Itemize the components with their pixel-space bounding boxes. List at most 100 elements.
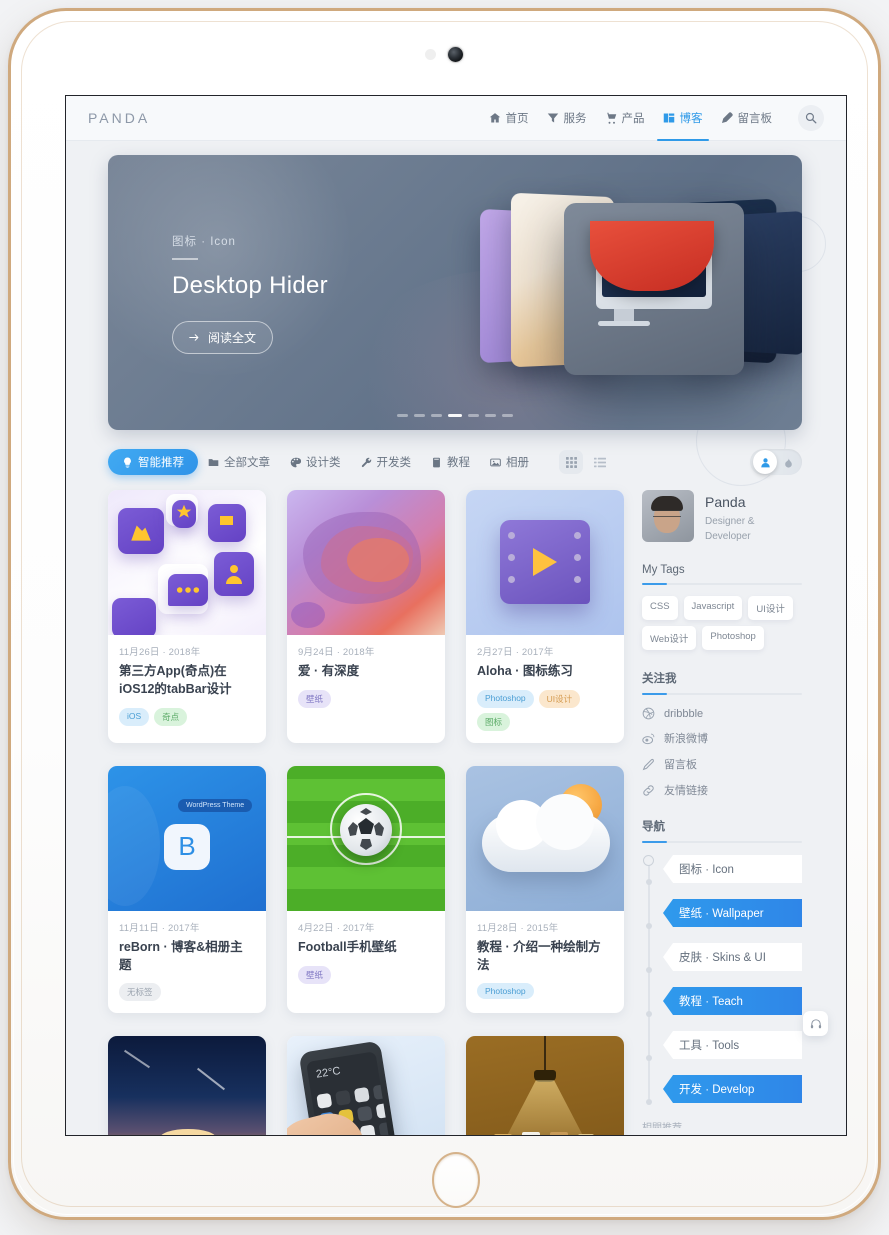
home-button[interactable] — [432, 1152, 480, 1208]
article-card[interactable]: 2月27日 · 2017年 Aloha · 图标练习 Photoshop UI设… — [466, 490, 624, 743]
hero-text-block: 图标 · Icon Desktop Hider 阅读全文 — [172, 233, 328, 354]
follow-link-weibo[interactable]: 新浪微博 — [642, 730, 802, 746]
my-tag[interactable]: CSS — [642, 596, 678, 620]
hero-read-more-button[interactable]: 阅读全文 — [172, 320, 274, 354]
card-tag[interactable]: iOS — [119, 707, 150, 726]
card-date: 11月28日 · 2015年 — [477, 922, 559, 934]
timeline-dot — [645, 1099, 652, 1105]
filter-all-articles[interactable]: 全部文章 — [198, 449, 280, 475]
reel-hole — [508, 532, 515, 539]
follow-link-guestbook[interactable]: 留言板 — [642, 756, 802, 772]
monitor-stand — [614, 309, 634, 321]
section-underline — [642, 693, 802, 695]
nav-timeline-label: 教程 · Teach — [679, 996, 743, 1008]
article-card[interactable]: WordPress Theme B 11月11日 · 2017年 reBorn … — [108, 765, 266, 1014]
reel-hole — [574, 576, 581, 583]
carousel-dot[interactable] — [485, 414, 496, 417]
link-icon — [642, 784, 655, 797]
article-card[interactable]: 11月26日 · 2018年 第三方App(奇点)在iOS12的tabBar设计… — [108, 490, 266, 743]
follow-label: dribbble — [664, 707, 704, 720]
card-body: 4月22日 · 2017年 Football手机壁纸 壁纸 — [287, 911, 445, 996]
nav-timeline-item-icon[interactable]: 图标 · Icon — [663, 855, 802, 883]
carousel-dot[interactable] — [448, 414, 462, 417]
carousel-dots[interactable] — [108, 414, 802, 417]
support-fab-button[interactable] — [803, 1011, 828, 1036]
filter-smart-recommend[interactable]: 智能推荐 — [108, 449, 198, 475]
content-area: 11月26日 · 2018年 第三方App(奇点)在iOS12的tabBar设计… — [108, 490, 802, 1135]
nav-item-products[interactable]: 产品 — [605, 96, 645, 140]
cloud-puff — [536, 793, 594, 850]
article-card[interactable]: 11月28日 · 2015年 教程 · 介绍一种绘制方法 Photoshop — [466, 765, 624, 1014]
follow-label: 友情链接 — [664, 785, 708, 797]
hero-button-label: 阅读全文 — [208, 330, 257, 345]
books-icon — [550, 1132, 568, 1135]
grid-view-icon[interactable] — [559, 450, 583, 474]
carousel-dot[interactable] — [502, 414, 513, 417]
search-button[interactable] — [798, 105, 824, 131]
nav-item-blog[interactable]: 博客 — [656, 96, 709, 141]
carousel-dot[interactable] — [414, 414, 425, 417]
card-thumbnail — [108, 490, 266, 635]
flame-icon[interactable] — [777, 456, 799, 468]
bulb-icon — [122, 457, 133, 468]
device-screen: PANDA 首页 服务 产品 博客 留言板 图标 · Icon Desktop … — [65, 95, 847, 1136]
nav-label: 博客 — [679, 113, 703, 125]
card-title: Football手机壁纸 — [298, 939, 397, 954]
site-logo[interactable]: PANDA — [88, 110, 150, 126]
avatar[interactable] — [642, 490, 694, 542]
card-tag[interactable]: 图标 — [477, 712, 511, 731]
card-tag[interactable]: 壁纸 — [298, 689, 332, 708]
article-card[interactable]: 22°C — [287, 1036, 445, 1135]
home-icon — [489, 112, 502, 125]
nav-timeline-item-tools[interactable]: 工具 · Tools — [663, 1031, 802, 1059]
carousel-dot[interactable] — [397, 414, 408, 417]
card-tag[interactable]: Photoshop — [477, 689, 534, 708]
avatar-hair — [651, 496, 683, 511]
my-tag[interactable]: UI设计 — [748, 596, 793, 620]
hero-divider — [172, 258, 198, 260]
filter-development[interactable]: 开发类 — [351, 449, 422, 475]
card-date: 11月26日 · 2018年 — [119, 647, 201, 658]
icon-shape — [112, 598, 156, 635]
card-title: 爱 · 有深度 — [298, 664, 360, 678]
article-card[interactable]: 4月16日 · 2016年 私藏壁纸一张 壁纸 — [108, 1036, 266, 1135]
article-card[interactable]: 9月24日 · 2018年 爱 · 有深度 壁纸 — [287, 490, 445, 743]
section-underline — [642, 583, 802, 585]
nav-timeline-item-develop[interactable]: 开发 · Develop — [663, 1075, 802, 1103]
follow-link-friends[interactable]: 友情链接 — [642, 782, 802, 798]
nav-timeline: 图标 · Icon 壁纸 · Wallpaper 皮肤 · Skins & UI — [642, 855, 802, 1105]
nav-timeline-item-teach[interactable]: 教程 · Teach — [663, 987, 802, 1015]
carousel-dot[interactable] — [468, 414, 479, 417]
carousel-dot[interactable] — [431, 414, 442, 417]
nav-item-services[interactable]: 服务 — [547, 96, 587, 140]
webpage: PANDA 首页 服务 产品 博客 留言板 图标 · Icon Desktop … — [66, 96, 846, 1135]
filter-album[interactable]: 相册 — [480, 449, 539, 475]
section-my-tags: My Tags — [642, 564, 802, 585]
nav-timeline-label: 皮肤 · Skins & UI — [679, 952, 766, 964]
nav-timeline-item-skins[interactable]: 皮肤 · Skins & UI — [663, 943, 802, 971]
filter-tutorials[interactable]: 教程 — [421, 449, 480, 475]
my-tag[interactable]: Photoshop — [702, 626, 764, 650]
card-date: 2月27日 · 2017年 — [477, 647, 554, 658]
article-card[interactable]: 4月22日 · 2017年 Football手机壁纸 壁纸 — [287, 765, 445, 1014]
nav-item-guestbook[interactable]: 留言板 — [721, 96, 772, 140]
filter-design[interactable]: 设计类 — [280, 449, 351, 475]
follow-link-dribbble[interactable]: dribbble — [642, 707, 802, 720]
card-tag[interactable]: 无标签 — [119, 983, 161, 1002]
timeline-dot — [645, 967, 652, 973]
nav-item-home[interactable]: 首页 — [489, 96, 529, 140]
card-tag[interactable]: 奇点 — [154, 707, 188, 726]
card-tag[interactable]: 壁纸 — [298, 965, 332, 984]
user-mode-toggle[interactable] — [750, 449, 802, 475]
card-title: 第三方App(奇点)在iOS12的tabBar设计 — [119, 664, 232, 696]
my-tag[interactable]: Web设计 — [642, 626, 697, 650]
card-tag[interactable]: Photoshop — [477, 983, 534, 1000]
hero-carousel[interactable]: 图标 · Icon Desktop Hider 阅读全文 — [108, 155, 802, 430]
nav-timeline-item-wallpaper[interactable]: 壁纸 · Wallpaper — [663, 899, 802, 927]
soccer-ball — [340, 803, 392, 856]
list-view-icon[interactable] — [589, 451, 611, 473]
timeline-dot — [645, 923, 652, 929]
card-tag[interactable]: UI设计 — [538, 689, 581, 708]
article-card[interactable]: 11月20日 · 2015年 OrgRar · WinRAR主题 Photosh… — [466, 1036, 624, 1135]
my-tag[interactable]: Javascript — [683, 596, 743, 620]
